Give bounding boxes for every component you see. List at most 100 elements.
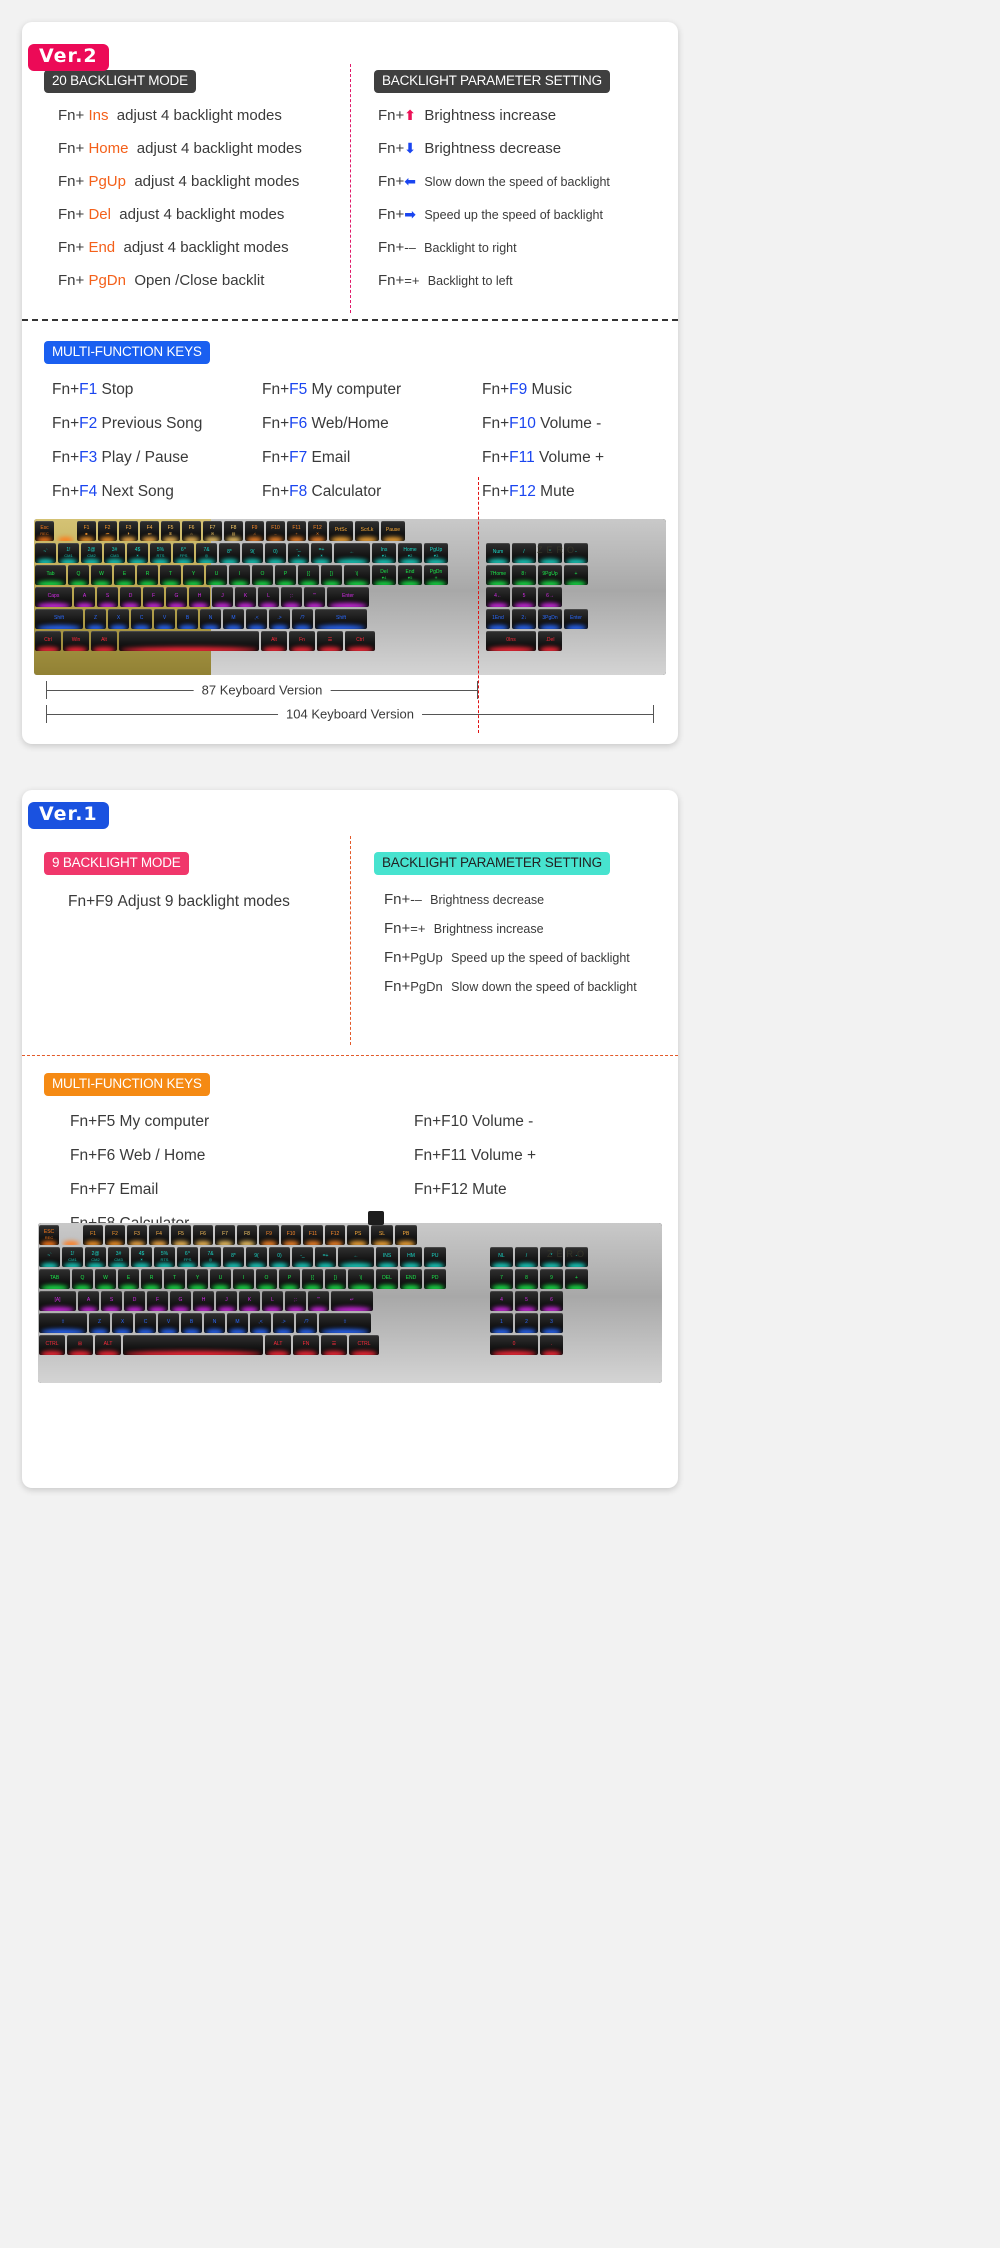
key-backlight-glow — [542, 1285, 561, 1289]
key-backlight-glow — [183, 1329, 200, 1333]
keycap: 0) — [269, 1247, 290, 1267]
key-backlight-glow — [179, 1263, 196, 1267]
keyboard-row: [A] A S D F G H J K L;: '" ↵ — [39, 1291, 373, 1311]
keycap: Ins ♥1 — [372, 543, 396, 563]
row-description: Email — [311, 449, 351, 466]
keycap: FN — [293, 1335, 319, 1355]
keycap-legend: G — [174, 593, 179, 600]
key-backlight-glow — [426, 1263, 444, 1267]
keycap: O — [252, 565, 273, 585]
fkey-label: F4 — [79, 483, 98, 500]
keycap: I — [229, 565, 250, 585]
keycap-legend: ~` — [43, 549, 48, 556]
keycap: '" — [308, 1291, 329, 1311]
fn-label: Fn+ — [58, 106, 85, 124]
keycap: INS — [376, 1247, 398, 1267]
key-label: Ins — [88, 106, 109, 124]
keycap: ⇧ — [319, 1313, 371, 1333]
keycap: 4$ ☀ — [131, 1247, 152, 1267]
fn-label: Fn+ — [482, 415, 510, 432]
keycap-sublegend: CM2 — [91, 1256, 100, 1262]
key-backlight-glow — [212, 1285, 229, 1289]
keycap-legend: PrtSc — [334, 527, 348, 534]
keycap-legend: \| — [355, 571, 359, 578]
keycap: '" — [304, 587, 325, 607]
keycap: U — [210, 1269, 231, 1289]
key-backlight-glow — [179, 625, 196, 629]
key-backlight-glow — [488, 647, 534, 651]
keycap-legend: F11 — [308, 1231, 318, 1238]
keycap-legend: 4← — [494, 593, 502, 600]
keycap-legend: TAB — [49, 1275, 60, 1282]
keycap — [123, 1335, 263, 1355]
keycap-legend: 5 — [522, 593, 526, 600]
fn-label: Fn+ — [384, 977, 411, 995]
keycap: PB — [395, 1225, 417, 1245]
key-backlight-glow — [350, 1285, 372, 1289]
key-backlight-glow — [37, 603, 70, 607]
keycap: V — [158, 1313, 179, 1333]
keycap: F2 ⏮ — [98, 521, 117, 541]
keycap-legend: \| — [359, 1275, 363, 1282]
keycap: T — [160, 565, 181, 585]
row-label: Fn+F10 Volume - — [414, 1113, 534, 1130]
version-2-badge: Ver.2 — [28, 44, 109, 71]
ver1-multifunction-title: MULTI-FUNCTION KEYS — [44, 1073, 210, 1096]
keycap: PD — [424, 1269, 446, 1289]
keycap-legend: .> — [281, 1319, 286, 1326]
keycap-legend: ALT — [103, 1341, 113, 1348]
keycap-sublegend: REC — [40, 530, 49, 536]
keycap-legend: ☰ — [331, 1341, 337, 1348]
key-backlight-glow — [173, 1241, 189, 1245]
key-backlight-glow — [287, 1307, 304, 1311]
keycap: G — [166, 587, 187, 607]
key-backlight-glow — [264, 1307, 281, 1311]
key-backlight-glow — [542, 1351, 561, 1355]
key-backlight-glow — [162, 581, 179, 585]
keycap-legend: Z — [93, 615, 98, 622]
keycap: D — [124, 1291, 145, 1311]
keycap: 5% RTS — [154, 1247, 175, 1267]
keycap: 0 — [490, 1335, 538, 1355]
keycap-legend: F — [155, 1297, 160, 1304]
key-backlight-glow — [258, 1285, 275, 1289]
keycap: F4 — [149, 1225, 169, 1245]
row-label: Fn+F11 Volume + — [414, 1147, 537, 1164]
numpad-row: 0Ins .Del — [486, 631, 562, 651]
key-backlight-glow — [295, 1351, 317, 1355]
keycap: H — [193, 1291, 214, 1311]
keycap: -_ ☀ — [288, 543, 309, 563]
fn-label: Fn+ — [262, 483, 290, 500]
key-backlight-glow — [166, 1285, 183, 1289]
keycap: ScrLk — [355, 521, 379, 541]
fn-label: Fn+ — [58, 238, 85, 256]
keycap-legend: J — [225, 1297, 228, 1304]
keycap: 8* — [219, 543, 240, 563]
keycap-sublegend: ♫ — [253, 530, 256, 536]
key-backlight-glow — [400, 559, 420, 563]
keycap-legend: [A] — [54, 1297, 61, 1304]
keycap: 3PgDn — [538, 609, 562, 629]
keycap: ← — [338, 1247, 374, 1267]
key-backlight-glow — [305, 1241, 321, 1245]
keycap: F8 — [237, 1225, 257, 1245]
fn-label: Fn+ — [384, 919, 411, 937]
keycap-legend: 0 — [512, 1341, 516, 1348]
parameter-setting-row: Fn+=+ Backlight to left — [378, 272, 664, 289]
key-backlight-glow — [83, 559, 100, 563]
key-backlight-glow — [37, 537, 52, 541]
keycap: PgUp ♥3 — [424, 543, 448, 563]
keycap-legend: 1End — [492, 615, 504, 622]
backlight-mode-row: Fn+ End adjust 4 backlight modes — [58, 239, 344, 256]
keycap: F5 — [171, 1225, 191, 1245]
key-backlight-glow — [300, 581, 317, 585]
keycap: V — [154, 609, 175, 629]
keycap-legend: 8↑ — [521, 571, 527, 578]
key-backlight-glow — [106, 559, 123, 563]
keycap: CTRL — [39, 1335, 65, 1355]
key-backlight-glow — [60, 559, 77, 563]
numpad-row: 7Home 8↑ 9PgUp + — [486, 565, 588, 585]
keycap: Enter — [564, 609, 588, 629]
keycap: F8 ▤ — [224, 521, 243, 541]
keycap: F1 ■ — [77, 521, 96, 541]
